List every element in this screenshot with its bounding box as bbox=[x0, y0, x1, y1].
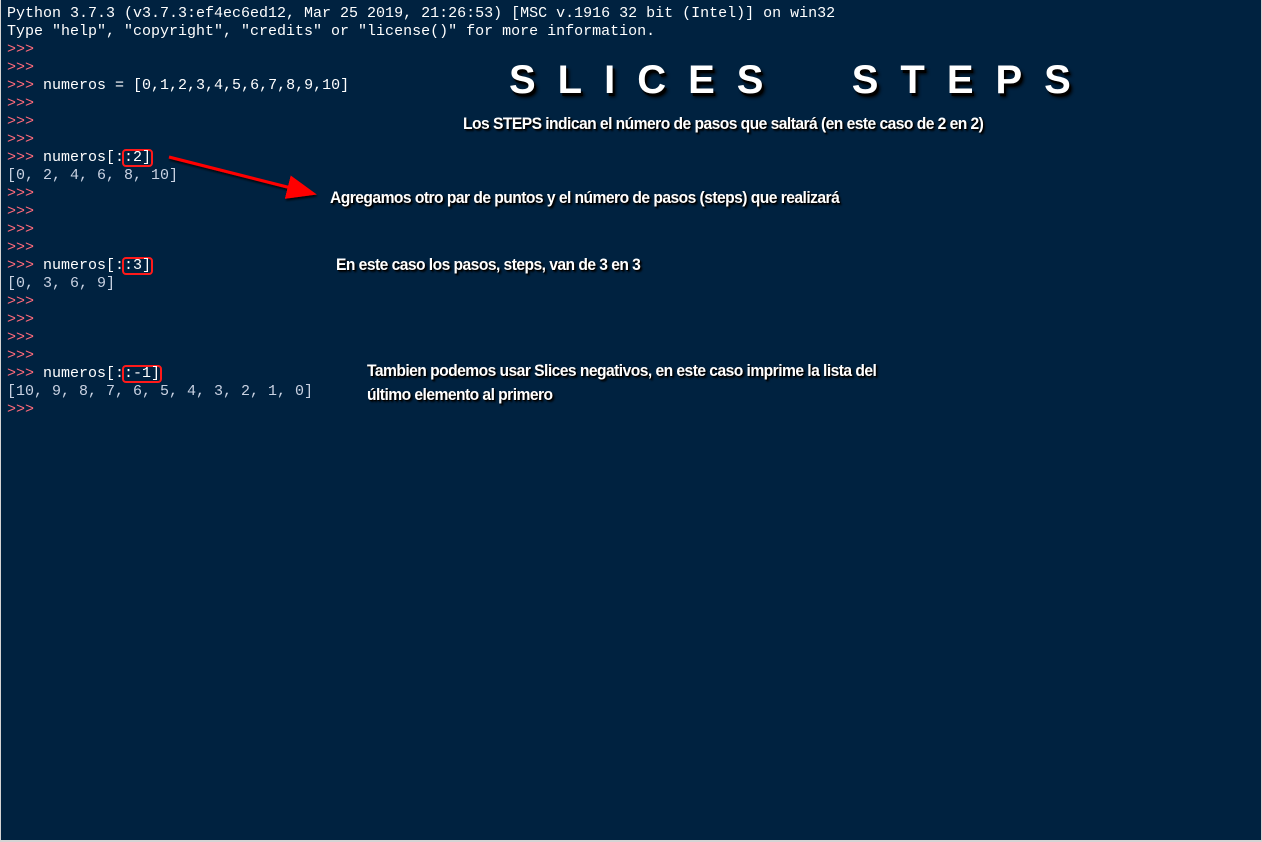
prompt: >>> bbox=[7, 293, 35, 310]
banner-line-1: Python 3.7.3 (v3.7.3:ef4ec6ed12, Mar 25 … bbox=[7, 5, 836, 22]
prompt: >>> bbox=[7, 95, 35, 112]
prompt: >>> bbox=[7, 203, 35, 220]
console-line: >>> bbox=[7, 311, 34, 329]
prompt: >>> bbox=[7, 77, 35, 94]
steps-explanation-subtitle: Los STEPS indican el número de pasos que… bbox=[463, 114, 984, 133]
note-negative-line-1: Tambien podemos usar Slices negativos, e… bbox=[367, 361, 877, 380]
output-line-step-neg: [10, 9, 8, 7, 6, 5, 4, 3, 2, 1, 0] bbox=[7, 383, 314, 400]
console-line: >>> bbox=[7, 185, 34, 203]
prompt: >>> bbox=[7, 347, 35, 364]
command-line-step-2: >>> numeros[::2] bbox=[7, 149, 154, 167]
note-negative-line-2: último elemento al primero bbox=[367, 385, 553, 404]
banner-line-2: Type "help", "copyright", "credits" or "… bbox=[7, 23, 656, 40]
prompt: >>> bbox=[7, 131, 35, 148]
assign-line: >>> numeros = [0,1,2,3,4,5,6,7,8,9,10] bbox=[7, 77, 349, 95]
command-prefix: numeros[: bbox=[43, 149, 125, 166]
prompt: >>> bbox=[7, 329, 35, 346]
prompt: >>> bbox=[7, 185, 35, 202]
console-line: >>> bbox=[7, 41, 34, 59]
command-line-step-3: >>> numeros[::3] bbox=[7, 257, 154, 275]
console-line: >>> bbox=[7, 221, 34, 239]
command-line-step-neg: >>> numeros[::-1] bbox=[7, 365, 163, 383]
command-prefix: numeros[: bbox=[43, 257, 125, 274]
output-line-step-2: [0, 2, 4, 6, 8, 10] bbox=[7, 167, 179, 184]
highlight-box-step-3: :3] bbox=[122, 257, 154, 275]
arrow-step-2 bbox=[168, 155, 317, 199]
console-line: >>> bbox=[7, 95, 34, 113]
active-prompt-line[interactable]: >>> bbox=[7, 401, 34, 419]
slices-steps-title: SLICES STEPS bbox=[509, 58, 1093, 102]
console-line: >>> bbox=[7, 293, 34, 311]
note-step-2: Agregamos otro par de puntos y el número… bbox=[330, 188, 840, 207]
note-step-3: En este caso los pasos, steps, van de 3 … bbox=[336, 255, 641, 274]
prompt: >>> bbox=[7, 257, 35, 274]
prompt: >>> bbox=[7, 401, 35, 418]
console-line: >>> bbox=[7, 113, 34, 131]
prompt: >>> bbox=[7, 113, 35, 130]
console-line: >>> bbox=[7, 239, 34, 257]
prompt: >>> bbox=[7, 311, 35, 328]
console-line: >>> bbox=[7, 59, 34, 77]
python-shell-window[interactable]: Python 3.7.3 (v3.7.3:ef4ec6ed12, Mar 25 … bbox=[1, 0, 1261, 840]
prompt: >>> bbox=[7, 221, 35, 238]
prompt: >>> bbox=[7, 59, 35, 76]
prompt: >>> bbox=[7, 41, 35, 58]
console-line: >>> bbox=[7, 203, 34, 221]
console-line: >>> bbox=[7, 329, 34, 347]
command-prefix: numeros[: bbox=[43, 365, 125, 382]
console-line: >>> bbox=[7, 131, 34, 149]
prompt: >>> bbox=[7, 149, 35, 166]
console-line: >>> bbox=[7, 347, 34, 365]
assign-code: numeros = [0,1,2,3,4,5,6,7,8,9,10] bbox=[43, 77, 350, 94]
highlight-box-step-neg: :-1] bbox=[122, 365, 163, 383]
prompt: >>> bbox=[7, 239, 35, 256]
highlight-box-step-2: :2] bbox=[122, 149, 154, 167]
prompt: >>> bbox=[7, 365, 35, 382]
output-line-step-3: [0, 3, 6, 9] bbox=[7, 275, 116, 292]
